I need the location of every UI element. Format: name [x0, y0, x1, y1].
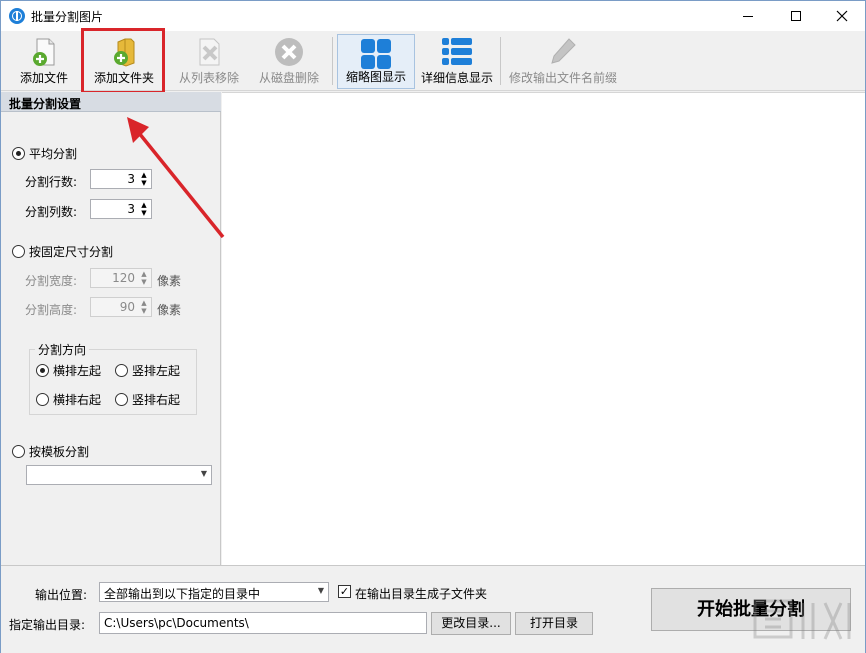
- maximize-button[interactable]: [773, 1, 819, 31]
- app-window: 批量分割图片 添加文件 添加文件夹 从列表移除 从磁盘删除 缩略图显示 详细信息…: [0, 0, 866, 653]
- open-dir-button[interactable]: 打开目录: [515, 612, 593, 635]
- detail-view-button[interactable]: 详细信息显示: [419, 33, 495, 89]
- output-location-select[interactable]: 全部输出到以下指定的目录中 ▼: [99, 582, 329, 602]
- output-dir-input[interactable]: C:\Users\pc\Documents\: [99, 612, 427, 634]
- mode-template-label: 按模板分割: [29, 445, 90, 459]
- toolbar-separator: [332, 37, 333, 85]
- minimize-icon: [743, 15, 753, 17]
- pencil-icon: [551, 38, 576, 64]
- dir-v-right-label: 竖排右起: [132, 393, 181, 407]
- dir-h-right-label: 横排右起: [53, 393, 102, 407]
- title-bar: 批量分割图片: [1, 1, 865, 31]
- stepper-arrows-icon[interactable]: ▲ ▼: [139, 299, 149, 315]
- detail-view-label: 详细信息显示: [420, 71, 493, 85]
- maximize-icon: [791, 11, 801, 21]
- dir-v-left-radio[interactable]: 竖排左起: [115, 362, 180, 379]
- delete-from-disk-label: 从磁盘删除: [258, 71, 319, 85]
- mode-fixed-radio[interactable]: 按固定尺寸分割: [12, 243, 113, 260]
- grid-view-icon: [361, 39, 391, 69]
- width-value: 120: [112, 271, 135, 285]
- dir-v-left-label: 竖排左起: [132, 364, 181, 378]
- chevron-down-icon: ▼: [200, 469, 207, 478]
- mode-average-label: 平均分割: [29, 147, 78, 161]
- mode-average-radio[interactable]: 平均分割: [12, 145, 77, 162]
- change-dir-button[interactable]: 更改目录...: [431, 612, 511, 635]
- window-title: 批量分割图片: [31, 10, 104, 24]
- rows-label: 分割行数:: [25, 175, 78, 189]
- toolbar-separator-2: [500, 37, 501, 85]
- stepper-arrows-icon[interactable]: ▲ ▼: [139, 270, 149, 286]
- subfolder-label: 在输出目录生成子文件夹: [355, 587, 488, 601]
- delete-icon: [275, 38, 303, 66]
- thumbnail-view-label: 缩略图显示: [345, 70, 406, 84]
- thumbnail-view-button[interactable]: 缩略图显示: [337, 34, 415, 89]
- close-icon: [836, 10, 848, 22]
- radio-unselected-icon: [12, 445, 25, 458]
- minimize-button[interactable]: [725, 1, 771, 31]
- close-button[interactable]: [819, 1, 865, 31]
- subfolder-checkbox[interactable]: ✓: [338, 585, 351, 598]
- list-view-icon: [442, 38, 472, 65]
- add-file-label: 添加文件: [19, 71, 68, 85]
- height-value: 90: [119, 300, 135, 314]
- dir-h-right-radio[interactable]: 横排右起: [36, 391, 101, 408]
- rename-prefix-button[interactable]: 修改输出文件名前缀: [507, 33, 619, 89]
- dir-h-left-radio[interactable]: 横排左起: [36, 362, 101, 379]
- output-location-value: 全部输出到以下指定的目录中: [104, 587, 261, 601]
- direction-title: 分割方向: [35, 341, 90, 358]
- mode-template-radio[interactable]: 按模板分割: [12, 443, 89, 460]
- image-list-area[interactable]: [222, 92, 865, 565]
- height-stepper[interactable]: 90 ▲ ▼: [90, 297, 152, 317]
- remove-list-icon: [199, 38, 220, 66]
- template-select[interactable]: ▼: [26, 465, 212, 485]
- remove-from-list-button[interactable]: 从列表移除: [173, 33, 245, 89]
- highlight-frame: [81, 28, 165, 94]
- chevron-down-icon: ▼: [317, 586, 324, 595]
- height-unit: 像素: [157, 303, 182, 317]
- dir-v-right-radio[interactable]: 竖排右起: [115, 391, 180, 408]
- settings-header: 批量分割设置: [1, 92, 221, 112]
- dir-h-left-label: 横排左起: [53, 364, 102, 378]
- output-dir-label: 指定输出目录:: [9, 618, 86, 632]
- delete-from-disk-button[interactable]: 从磁盘删除: [253, 33, 325, 89]
- add-file-button[interactable]: 添加文件: [9, 33, 79, 89]
- output-settings-bar: 输出位置: 全部输出到以下指定的目录中 ▼ ✓ 在输出目录生成子文件夹 指定输出…: [1, 565, 865, 653]
- output-location-label: 输出位置:: [35, 588, 88, 602]
- radio-unselected-icon: [12, 245, 25, 258]
- watermark-logo: [753, 599, 851, 640]
- height-label: 分割高度:: [25, 303, 78, 317]
- remove-from-list-label: 从列表移除: [178, 71, 239, 85]
- radio-unselected-icon: [115, 364, 128, 377]
- annotation-arrow-icon: [127, 117, 225, 239]
- width-unit: 像素: [157, 274, 182, 288]
- rename-prefix-label: 修改输出文件名前缀: [508, 71, 617, 85]
- radio-unselected-icon: [115, 393, 128, 406]
- app-logo-icon: [9, 8, 25, 24]
- width-stepper[interactable]: 120 ▲ ▼: [90, 268, 152, 288]
- radio-selected-icon: [12, 147, 25, 160]
- mode-fixed-label: 按固定尺寸分割: [29, 245, 114, 259]
- cols-label: 分割列数:: [25, 205, 78, 219]
- add-file-icon: [33, 38, 55, 66]
- radio-selected-icon: [36, 364, 49, 377]
- width-label: 分割宽度:: [25, 274, 78, 288]
- radio-unselected-icon: [36, 393, 49, 406]
